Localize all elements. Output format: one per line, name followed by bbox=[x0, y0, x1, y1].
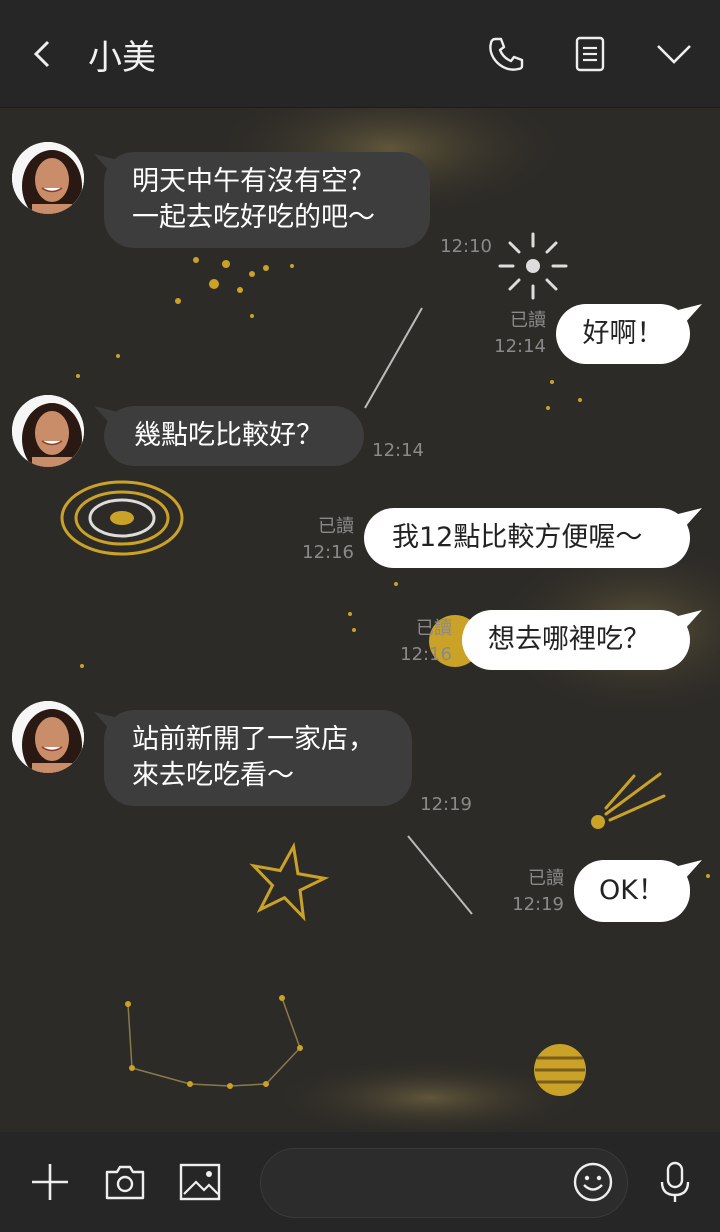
avatar[interactable] bbox=[12, 701, 84, 773]
bubble-tail bbox=[678, 508, 702, 528]
bubble-tail bbox=[678, 860, 702, 880]
read-receipt: 已讀 bbox=[416, 618, 452, 639]
message-time: 12:14 bbox=[372, 440, 424, 461]
message-time: 12:19 bbox=[420, 794, 472, 815]
contact-avatar-photo bbox=[12, 701, 84, 773]
image-icon[interactable] bbox=[178, 1160, 222, 1204]
read-receipt: 已讀 bbox=[510, 310, 546, 331]
chevron-down-icon[interactable] bbox=[654, 34, 694, 74]
microphone-icon[interactable] bbox=[653, 1160, 697, 1204]
message-bubble-outgoing[interactable]: OK！ bbox=[574, 860, 690, 922]
message-time: 12:10 bbox=[440, 236, 492, 257]
camera-icon[interactable] bbox=[103, 1160, 147, 1204]
message-bubble-outgoing[interactable]: 我12點比較方便喔～ bbox=[364, 508, 690, 568]
message-time: 12:16 bbox=[400, 644, 452, 665]
read-receipt: 已讀 bbox=[318, 516, 354, 537]
contact-avatar-photo bbox=[12, 142, 84, 214]
message-time: 12:16 bbox=[302, 542, 354, 563]
message-bubble-incoming[interactable]: 站前新開了一家店， 來去吃吃看～ bbox=[104, 710, 412, 806]
read-receipt: 已讀 bbox=[528, 868, 564, 889]
avatar[interactable] bbox=[12, 142, 84, 214]
message-time: 12:14 bbox=[494, 336, 546, 357]
phone-icon[interactable] bbox=[486, 34, 526, 74]
back-icon[interactable] bbox=[28, 36, 56, 72]
contact-avatar-photo bbox=[12, 395, 84, 467]
bubble-tail bbox=[678, 610, 702, 630]
bubble-tail bbox=[678, 304, 702, 324]
chat-title: 小美 bbox=[88, 38, 156, 78]
message-time: 12:19 bbox=[512, 894, 564, 915]
plus-icon[interactable] bbox=[28, 1160, 72, 1204]
message-bubble-outgoing[interactable]: 想去哪裡吃？ bbox=[462, 610, 690, 670]
message-bubble-incoming[interactable]: 幾點吃比較好？ bbox=[104, 406, 364, 466]
notes-icon[interactable] bbox=[570, 34, 610, 74]
input-toolbar bbox=[0, 1132, 720, 1232]
emoji-icon[interactable] bbox=[571, 1160, 615, 1204]
message-bubble-incoming[interactable]: 明天中午有沒有空？ 一起去吃好吃的吧～ bbox=[104, 152, 430, 248]
chat-header: 小美 bbox=[0, 0, 720, 108]
avatar[interactable] bbox=[12, 395, 84, 467]
chat-area[interactable]: 明天中午有沒有空？ 一起去吃好吃的吧～ 12:10 已讀 12:14 好啊！ 幾… bbox=[0, 108, 720, 1132]
message-bubble-outgoing[interactable]: 好啊！ bbox=[556, 304, 690, 364]
